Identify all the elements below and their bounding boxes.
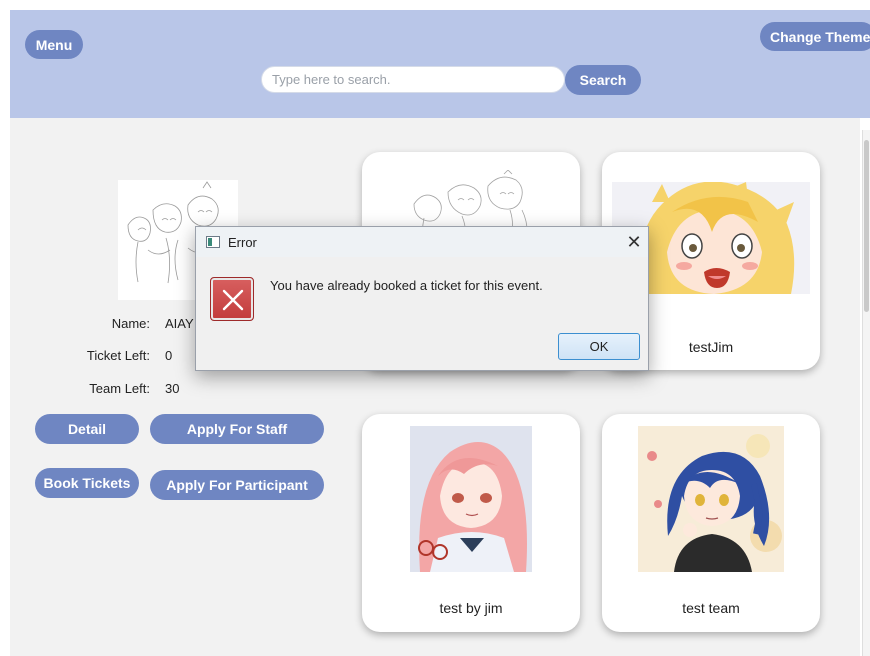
window-app-icon bbox=[206, 236, 220, 248]
name-value: AIAY bbox=[165, 316, 194, 331]
search-button[interactable]: Search bbox=[565, 65, 641, 95]
event-card-image bbox=[410, 426, 532, 572]
dialog-title: Error bbox=[228, 235, 257, 250]
apply-for-staff-button[interactable]: Apply For Staff bbox=[150, 414, 324, 444]
name-label: Name: bbox=[111, 316, 150, 331]
dialog-message: You have already booked a ticket for thi… bbox=[270, 278, 543, 293]
error-dialog: Error ✕ You have already booked a ticket… bbox=[195, 226, 649, 371]
change-theme-button[interactable]: Change Theme bbox=[760, 22, 870, 51]
event-card-title: test team bbox=[682, 600, 740, 616]
close-icon[interactable]: ✕ bbox=[622, 230, 646, 254]
scrollbar-thumb[interactable] bbox=[864, 140, 869, 312]
header-bar bbox=[10, 10, 870, 118]
ticket-left-label: Ticket Left: bbox=[86, 348, 150, 363]
event-card-title: test by jim bbox=[439, 600, 503, 616]
ticket-left-value: 0 bbox=[165, 348, 173, 363]
team-left-value: 30 bbox=[165, 381, 180, 396]
event-card[interactable]: test team bbox=[602, 414, 820, 632]
error-icon bbox=[210, 277, 254, 321]
dialog-titlebar[interactable] bbox=[196, 227, 648, 257]
ok-button[interactable]: OK bbox=[558, 333, 640, 360]
search-input[interactable] bbox=[261, 66, 565, 93]
app-window: Menu Change Theme Search Name: AIAY Tick… bbox=[0, 0, 870, 656]
book-tickets-button[interactable]: Book Tickets bbox=[35, 468, 139, 498]
apply-for-participant-button[interactable]: Apply For Participant bbox=[150, 470, 324, 500]
detail-button[interactable]: Detail bbox=[35, 414, 139, 444]
team-left-label: Team Left: bbox=[89, 381, 150, 396]
event-card[interactable]: test by jim bbox=[362, 414, 580, 632]
menu-button[interactable]: Menu bbox=[25, 30, 83, 59]
event-card-image bbox=[638, 426, 784, 572]
